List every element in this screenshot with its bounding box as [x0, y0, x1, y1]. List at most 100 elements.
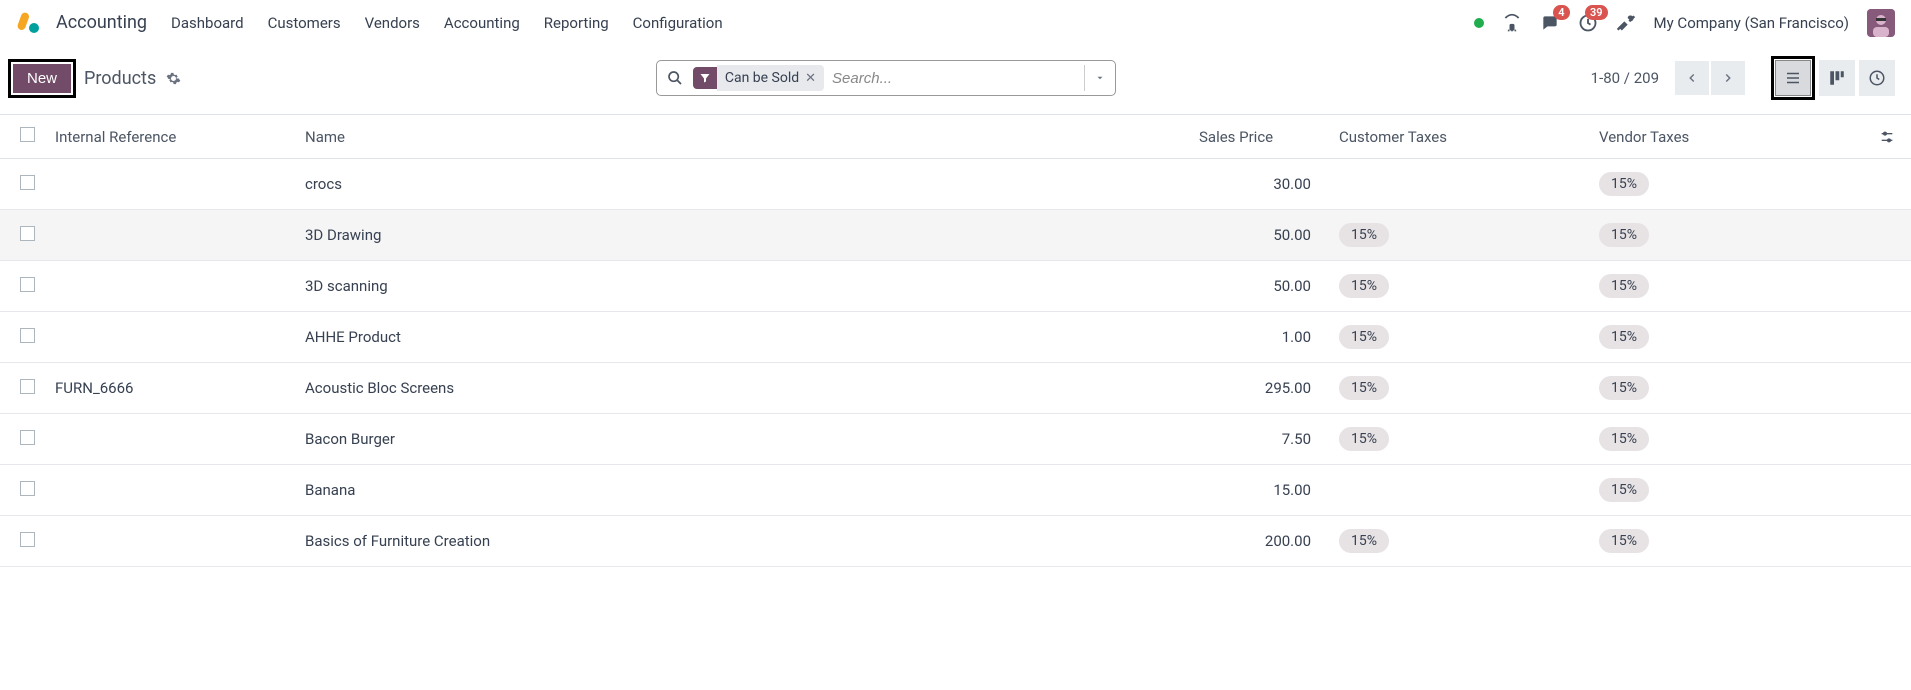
cell-internal-ref	[45, 465, 295, 516]
cell-name: AHHE Product	[295, 312, 1189, 363]
cell-vendor-tax: 15%	[1589, 210, 1869, 261]
row-checkbox[interactable]	[20, 226, 35, 241]
search-icon[interactable]	[657, 70, 693, 86]
cell-internal-ref: FURN_6666	[45, 363, 295, 414]
nav-right: 4 39 My Company (San Francisco)	[1474, 9, 1895, 37]
tax-pill[interactable]: 15%	[1339, 223, 1389, 247]
cell-internal-ref	[45, 312, 295, 363]
messages-badge: 4	[1553, 5, 1569, 20]
messages-icon[interactable]: 4	[1540, 13, 1560, 33]
list-view-button[interactable]	[1775, 60, 1811, 96]
select-all-checkbox[interactable]	[20, 127, 35, 142]
cell-price: 1.00	[1189, 312, 1329, 363]
cell-price: 50.00	[1189, 210, 1329, 261]
nav-accounting[interactable]: Accounting	[444, 14, 520, 32]
tax-pill[interactable]: 15%	[1599, 478, 1649, 502]
col-sales-price[interactable]: Sales Price	[1189, 115, 1329, 159]
search-input[interactable]	[824, 64, 1084, 93]
tax-pill[interactable]: 15%	[1599, 325, 1649, 349]
col-customer-taxes[interactable]: Customer Taxes	[1329, 115, 1589, 159]
tax-pill[interactable]: 15%	[1339, 529, 1389, 553]
new-button[interactable]: New	[13, 64, 71, 93]
row-checkbox[interactable]	[20, 481, 35, 496]
tools-icon[interactable]	[1616, 13, 1636, 33]
table-row[interactable]: 3D Drawing50.00 15% 15%	[0, 210, 1911, 261]
table-row[interactable]: Basics of Furniture Creation200.00 15% 15%	[0, 516, 1911, 567]
tax-pill[interactable]: 15%	[1599, 172, 1649, 196]
cell-price: 50.00	[1189, 261, 1329, 312]
cell-name: Acoustic Bloc Screens	[295, 363, 1189, 414]
row-checkbox[interactable]	[20, 175, 35, 190]
filter-chip[interactable]: Can be Sold ✕	[717, 65, 824, 91]
filter-chip-label: Can be Sold	[725, 70, 799, 86]
pager-text[interactable]: 1-80 / 209	[1591, 69, 1659, 87]
cell-vendor-tax: 15%	[1589, 414, 1869, 465]
breadcrumb: Products	[84, 68, 181, 89]
cell-name: Basics of Furniture Creation	[295, 516, 1189, 567]
tax-pill[interactable]: 15%	[1599, 529, 1649, 553]
phone-icon[interactable]	[1502, 13, 1522, 33]
cell-name: 3D Drawing	[295, 210, 1189, 261]
cell-customer-tax	[1329, 465, 1589, 516]
company-selector[interactable]: My Company (San Francisco)	[1654, 14, 1849, 32]
cell-name: Banana	[295, 465, 1189, 516]
table-row[interactable]: crocs30.0015%	[0, 159, 1911, 210]
table-row[interactable]: Banana15.0015%	[0, 465, 1911, 516]
filter-remove-icon[interactable]: ✕	[805, 71, 816, 86]
cell-name: Bacon Burger	[295, 414, 1189, 465]
tax-pill[interactable]: 15%	[1599, 274, 1649, 298]
new-button-highlight: New	[8, 59, 76, 98]
col-vendor-taxes[interactable]: Vendor Taxes	[1589, 115, 1869, 159]
search-dropdown-toggle[interactable]	[1084, 65, 1115, 91]
activity-view-button[interactable]	[1859, 60, 1895, 96]
row-checkbox[interactable]	[20, 430, 35, 445]
col-optional-fields[interactable]	[1869, 115, 1911, 159]
tax-pill[interactable]: 15%	[1339, 325, 1389, 349]
cell-price: 200.00	[1189, 516, 1329, 567]
row-checkbox[interactable]	[20, 277, 35, 292]
cell-price: 30.00	[1189, 159, 1329, 210]
cell-vendor-tax: 15%	[1589, 363, 1869, 414]
filter-funnel-icon	[693, 67, 717, 89]
search-bar: Can be Sold ✕	[656, 60, 1116, 96]
nav-dashboard[interactable]: Dashboard	[171, 14, 244, 32]
tax-pill[interactable]: 15%	[1339, 274, 1389, 298]
cell-price: 295.00	[1189, 363, 1329, 414]
tax-pill[interactable]: 15%	[1339, 376, 1389, 400]
tax-pill[interactable]: 15%	[1599, 223, 1649, 247]
row-checkbox[interactable]	[20, 532, 35, 547]
app-logo-icon[interactable]	[16, 11, 40, 35]
table-row[interactable]: FURN_6666Acoustic Bloc Screens295.00 15% 1…	[0, 363, 1911, 414]
pager-next-button[interactable]	[1711, 61, 1745, 95]
tax-pill[interactable]: 15%	[1599, 427, 1649, 451]
nav-reporting[interactable]: Reporting	[544, 14, 609, 32]
user-avatar[interactable]	[1867, 9, 1895, 37]
col-name[interactable]: Name	[295, 115, 1189, 159]
pager-area: 1-80 / 209	[1591, 56, 1895, 100]
col-internal-ref[interactable]: Internal Reference	[45, 115, 295, 159]
gear-icon[interactable]	[166, 71, 181, 86]
cell-vendor-tax: 15%	[1589, 261, 1869, 312]
app-name[interactable]: Accounting	[56, 12, 147, 33]
tax-pill[interactable]: 15%	[1339, 427, 1389, 451]
table-row[interactable]: AHHE Product1.00 15% 15%	[0, 312, 1911, 363]
row-checkbox[interactable]	[20, 379, 35, 394]
nav-customers[interactable]: Customers	[268, 14, 341, 32]
tax-pill[interactable]: 15%	[1599, 376, 1649, 400]
status-online-icon	[1474, 18, 1484, 28]
cell-vendor-tax: 15%	[1589, 516, 1869, 567]
nav-configuration[interactable]: Configuration	[633, 14, 723, 32]
kanban-view-button[interactable]	[1819, 60, 1855, 96]
table-row[interactable]: 3D scanning50.0015%15%	[0, 261, 1911, 312]
row-checkbox[interactable]	[20, 328, 35, 343]
activities-icon[interactable]: 39	[1578, 13, 1598, 33]
table-row[interactable]: Bacon Burger7.5015%15%	[0, 414, 1911, 465]
cell-customer-tax: 15%	[1329, 261, 1589, 312]
cell-customer-tax: 15%	[1329, 414, 1589, 465]
nav-vendors[interactable]: Vendors	[365, 14, 420, 32]
list-view-highlight	[1771, 56, 1815, 100]
pager-prev-button[interactable]	[1675, 61, 1709, 95]
activities-badge: 39	[1585, 5, 1608, 20]
products-table: Internal Reference Name Sales Price Cust…	[0, 115, 1911, 567]
cell-customer-tax: 15%	[1329, 210, 1589, 261]
